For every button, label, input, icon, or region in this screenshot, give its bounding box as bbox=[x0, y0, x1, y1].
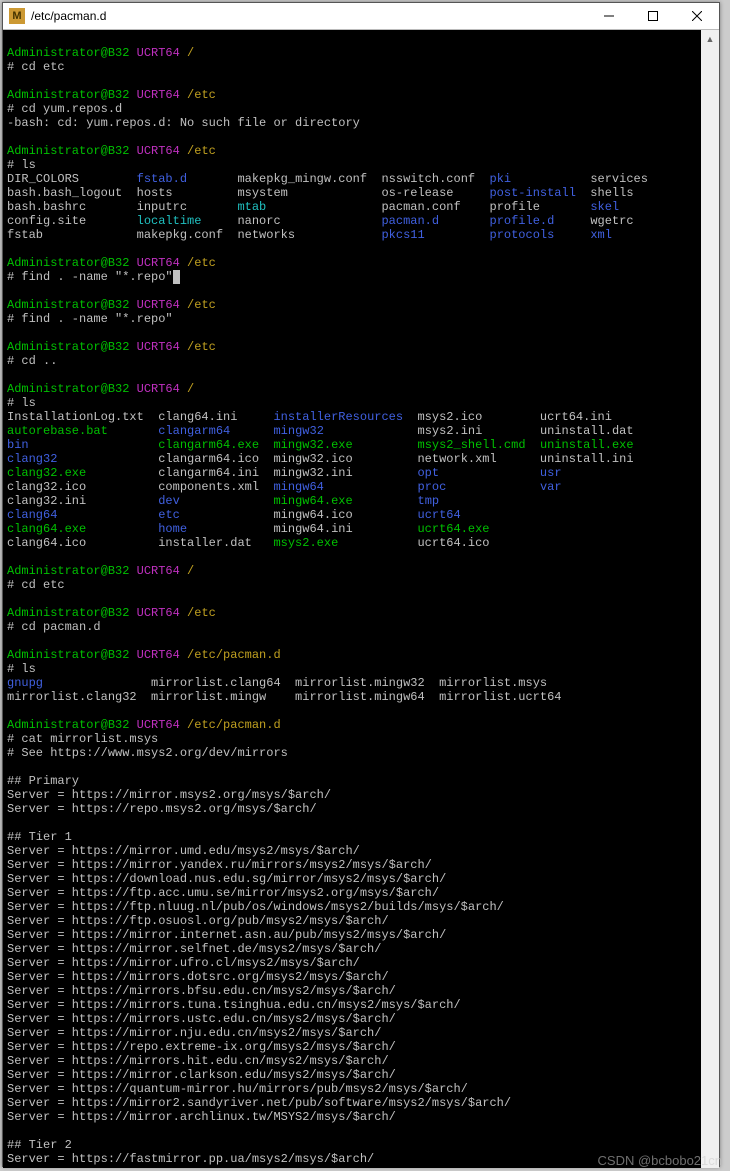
terminal-output[interactable]: Administrator@B32 UCRT64 / # cd etc Admi… bbox=[3, 30, 701, 1168]
close-button[interactable] bbox=[675, 3, 719, 29]
maximize-button[interactable] bbox=[631, 3, 675, 29]
minimize-button[interactable] bbox=[587, 3, 631, 29]
scroll-up-arrow[interactable]: ▲ bbox=[701, 30, 719, 48]
titlebar[interactable]: M /etc/pacman.d bbox=[3, 3, 719, 30]
window-title: /etc/pacman.d bbox=[31, 10, 587, 22]
terminal-window: M /etc/pacman.d Administrator@B32 UCRT64… bbox=[2, 2, 720, 1167]
scrollbar[interactable]: ▲ bbox=[701, 30, 719, 1168]
msys2-icon: M bbox=[9, 8, 25, 24]
